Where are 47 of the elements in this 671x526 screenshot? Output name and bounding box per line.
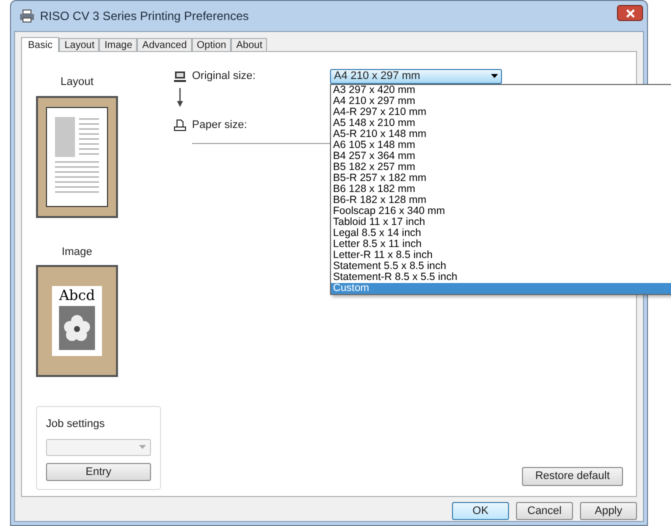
original-size-label: Original size:: [192, 68, 257, 84]
job-settings-label: Job settings: [46, 417, 106, 432]
size-option[interactable]: A5-R 210 x 148 mm: [331, 128, 671, 140]
sample-text: Abcd: [59, 287, 95, 305]
size-option[interactable]: A3 297 x 420 mm: [331, 84, 671, 96]
size-option[interactable]: Custom: [331, 282, 671, 294]
dialog-button[interactable]: Apply: [580, 502, 637, 520]
size-option[interactable]: A6 105 x 148 mm: [331, 140, 671, 150]
dialog-button[interactable]: Cancel: [516, 502, 573, 520]
dropdown-arrow-icon: [491, 74, 498, 78]
close-button[interactable]: [617, 5, 643, 21]
paper-size-label: Paper size:: [192, 118, 248, 133]
dropdown-arrow-icon: [139, 445, 146, 449]
close-icon: [626, 8, 634, 18]
size-option[interactable]: Letter 8.5 x 11 inch: [331, 238, 671, 250]
down-arrow-icon: [177, 88, 183, 107]
size-option[interactable]: Statement-R 8.5 x 5.5 inch: [331, 272, 671, 282]
tab[interactable]: Image: [99, 38, 138, 51]
size-option[interactable]: A4-R 297 x 210 mm: [331, 106, 671, 118]
restore-default-button[interactable]: Restore default: [522, 467, 623, 486]
image-label: Image: [60, 244, 94, 260]
paper-icon: [174, 119, 186, 131]
tab[interactable]: Layout: [59, 38, 100, 51]
tab[interactable]: Advanced: [137, 38, 192, 51]
printer-icon: [19, 9, 35, 23]
layout-label: Layout: [59, 75, 95, 90]
tab[interactable]: About: [231, 38, 268, 51]
size-option[interactable]: A5 148 x 210 mm: [331, 118, 671, 128]
tab[interactable]: Option: [192, 38, 232, 51]
window-title: RISO CV 3 Series Printing Preferences: [40, 8, 249, 25]
size-option[interactable]: A4 210 x 297 mm: [331, 96, 671, 106]
size-option[interactable]: Tabloid 11 x 17 inch: [331, 216, 671, 228]
tab[interactable]: Basic: [21, 37, 60, 52]
entry-button[interactable]: Entry: [46, 462, 151, 480]
monitor-icon: [174, 70, 186, 82]
size-option[interactable]: B6 128 x 182 mm: [331, 184, 671, 194]
size-option[interactable]: Letter-R 11 x 8.5 inch: [331, 250, 671, 260]
dialog-button[interactable]: OK: [452, 502, 509, 520]
size-option[interactable]: B6-R 182 x 128 mm: [331, 194, 671, 206]
size-option[interactable]: B5-R 257 x 182 mm: [331, 172, 671, 184]
original-size-dropdown[interactable]: A4 210 x 297 mm: [330, 68, 502, 84]
flower-icon: [64, 315, 90, 341]
size-option[interactable]: B4 257 x 364 mm: [331, 150, 671, 162]
size-option[interactable]: Foolscap 216 x 340 mm: [331, 206, 671, 216]
size-option[interactable]: Legal 8.5 x 14 inch: [331, 228, 671, 238]
size-option[interactable]: Statement 5.5 x 8.5 inch: [331, 260, 671, 272]
size-option[interactable]: B5 182 x 257 mm: [331, 162, 671, 172]
